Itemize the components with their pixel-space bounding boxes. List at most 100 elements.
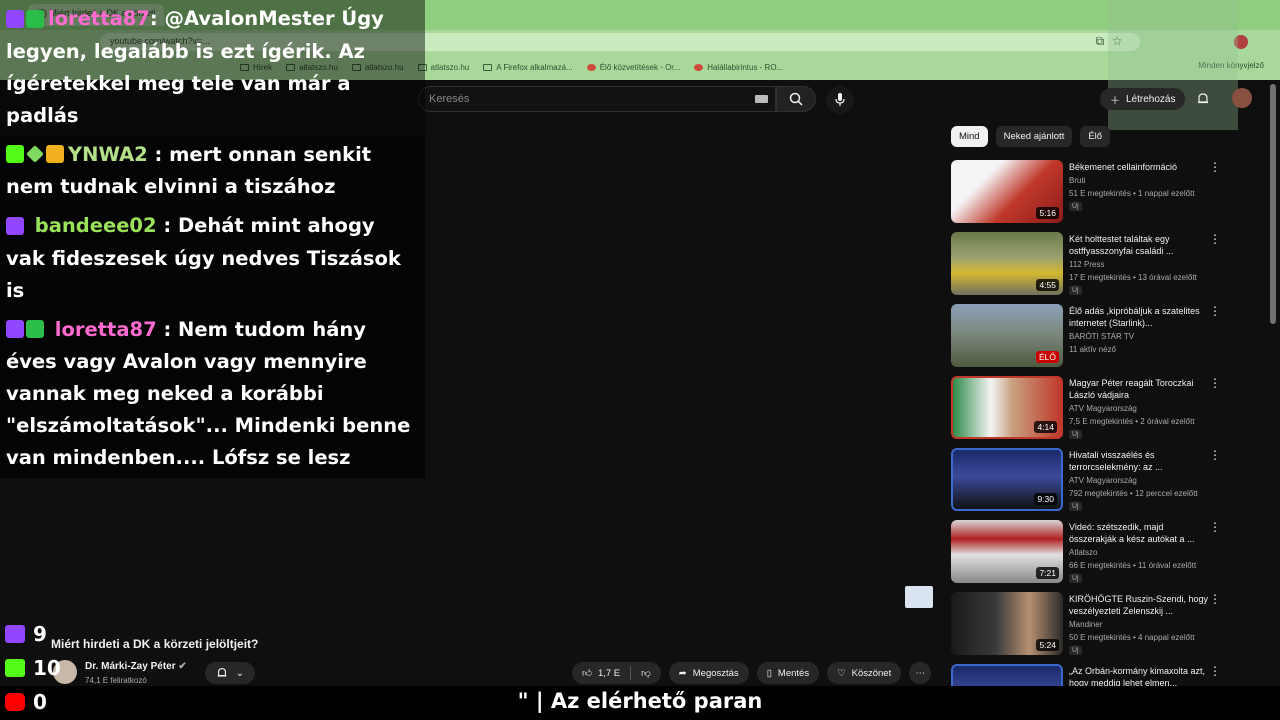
channel-name-main[interactable]: Dr. Márki-Zay Péter ✔	[85, 661, 187, 672]
video-title[interactable]: Magyar Péter reagált Toroczkai László vá…	[1069, 377, 1209, 401]
search-button[interactable]	[776, 86, 816, 112]
more-options-icon[interactable]: ⋮	[1209, 665, 1221, 677]
video-actions: 👍︎ 1,7 E 👎︎ ➦ Megosztás ▯ Mentés ♡ Köszönet …	[572, 662, 932, 684]
video-meta: 66 E megtekintés • 11 órával ezelőtt	[1069, 561, 1197, 570]
video-title[interactable]: Videó: szétszedik, majd összerakják a ké…	[1069, 521, 1209, 545]
thumbs-up-icon: 👍︎	[582, 668, 592, 679]
kick-icon	[6, 145, 24, 163]
live-badge: ÉLŐ	[1035, 351, 1059, 363]
verified-check-icon	[26, 320, 44, 338]
new-badge: Új	[1069, 574, 1082, 583]
video-meta: 51 E megtekintés • 1 nappal ezelőtt	[1069, 189, 1195, 198]
youtube-viewer-counter: 0	[5, 690, 47, 714]
recommendation-item[interactable]: 7:21 Videó: szétszedik, majd összerakják…	[951, 520, 1225, 592]
recommendation-item[interactable]: ÉLŐ Élő adás ,kipróbáljuk a szatelites i…	[951, 304, 1225, 376]
chat-message: YNWA2 : mert onnan senkit nem tudnak elv…	[0, 135, 425, 207]
heart-dollar-icon: ♡	[837, 667, 846, 679]
bookmark-item[interactable]: atlatszo.hu	[417, 63, 469, 72]
more-options-icon[interactable]: ⋮	[1209, 305, 1221, 317]
recommendation-item[interactable]: 5:16 Békemenet cellainformáció Bruti 51 …	[951, 160, 1225, 232]
channel-name[interactable]: ATV Magyarország	[1069, 476, 1137, 485]
thanks-button[interactable]: ♡ Köszönet	[827, 662, 902, 684]
share-button[interactable]: ➦ Megosztás	[668, 662, 749, 684]
mic-icon	[835, 93, 845, 106]
twitch-viewer-counter: 9	[5, 622, 47, 646]
video-thumbnail[interactable]: 4:55	[951, 232, 1063, 295]
video-thumbnail[interactable]: 4:14	[951, 376, 1063, 439]
create-button[interactable]: ＋ Létrehozás	[1100, 88, 1186, 110]
channel-name[interactable]: 112 Press	[1069, 260, 1104, 269]
filter-chips: Mind Neked ajánlott Élő	[951, 126, 1111, 147]
new-badge: Új	[1069, 646, 1082, 655]
video-thumbnail[interactable]: 5:24	[951, 592, 1063, 655]
dislike-button[interactable]: 👎︎	[631, 662, 661, 684]
more-options-icon[interactable]: ⋮	[1209, 377, 1221, 389]
chip-live[interactable]: Élő	[1080, 126, 1111, 147]
channel-name[interactable]: Atlatszo	[1069, 548, 1097, 557]
channel-name[interactable]: Bruti	[1069, 176, 1085, 185]
account-avatar[interactable]	[1232, 88, 1252, 108]
site-icon	[694, 63, 704, 71]
video-title[interactable]: Élő adás ,kipróbáljuk a szatelites inter…	[1069, 305, 1209, 329]
video-meta: 7,5 E megtekintés • 2 órával ezelőtt	[1069, 417, 1195, 426]
crown-icon	[46, 145, 64, 163]
chat-message: loretta87: @AvalonMester Úgy legyen, leg…	[0, 0, 425, 136]
recommendation-item[interactable]: 5:24 KIRÖHÖGTE Ruszin-Szendi, hogy veszé…	[951, 592, 1225, 664]
video-thumbnail[interactable]: 7:21	[951, 520, 1063, 583]
bookmark-icon: ▯	[766, 667, 772, 679]
video-thumbnail[interactable]: 9:30	[951, 448, 1063, 511]
video-title-main: Miért hirdeti a DK a körzeti jelöltjeit?	[51, 637, 259, 651]
new-badge: Új	[1069, 430, 1082, 439]
recommendation-item[interactable]: 4:55 Két holttestet találtak egy ostffya…	[951, 232, 1225, 304]
bookmark-item[interactable]: A Firefox alkalmazá...	[483, 63, 573, 72]
chip-recommended[interactable]: Neked ajánlott	[995, 126, 1073, 147]
save-button[interactable]: ▯ Mentés	[756, 662, 820, 684]
voice-search-button[interactable]	[826, 86, 854, 114]
video-title[interactable]: Két holttestet találtak egy ostffyasszon…	[1069, 233, 1209, 257]
chip-all[interactable]: Mind	[951, 126, 988, 147]
chat-badges	[6, 139, 66, 171]
chat-username: loretta87	[54, 317, 157, 341]
more-options-icon[interactable]: ⋮	[1209, 449, 1221, 461]
streamer-overlay-decor	[1108, 0, 1238, 130]
video-thumbnail[interactable]: 5:16	[951, 160, 1063, 223]
search-icon	[789, 92, 803, 106]
video-title[interactable]: Békemenet cellainformáció	[1069, 161, 1209, 173]
notifications-bell-icon[interactable]	[1196, 92, 1210, 106]
more-options-icon[interactable]: ⋮	[1209, 233, 1221, 245]
recommendation-item[interactable]: 9:30 Hivatali visszaélés és terrorcselek…	[951, 448, 1225, 520]
like-button[interactable]: 👍︎ 1,7 E	[572, 662, 630, 684]
chat-username: YNWA2	[68, 142, 148, 166]
duration-label: 5:16	[1036, 207, 1059, 219]
recommendation-item[interactable]: 4:14 Magyar Péter reagált Toroczkai Lász…	[951, 376, 1225, 448]
subscribe-bell-button[interactable]: ⌄	[205, 662, 255, 684]
more-options-icon[interactable]: ⋮	[1209, 521, 1221, 533]
chat-message: bandeee02 : Dehát mint ahogy vak fidesze…	[0, 207, 425, 311]
channel-name[interactable]: BARÓTI STAR TV	[1069, 332, 1134, 341]
keyboard-icon[interactable]	[755, 95, 768, 103]
video-title[interactable]: Hivatali visszaélés és terrorcselekmény:…	[1069, 449, 1209, 473]
more-options-icon[interactable]: ⋮	[1209, 593, 1221, 605]
channel-name[interactable]: ATV Magyarország	[1069, 404, 1137, 413]
chat-badges	[6, 4, 46, 36]
duration-label: 9:30	[1034, 493, 1057, 505]
new-badge: Új	[1069, 286, 1082, 295]
bookmark-item[interactable]: Élő közvetítések - Or...	[586, 63, 680, 72]
more-actions-button[interactable]: ⋯	[909, 662, 932, 684]
subscriber-count: 74,1 E feliratkozó	[85, 676, 147, 685]
chat-username: loretta87	[48, 7, 150, 30]
more-options-icon[interactable]: ⋮	[1209, 161, 1221, 173]
chevron-down-icon: ⌄	[235, 667, 245, 679]
new-badge: Új	[1069, 202, 1082, 211]
channel-name[interactable]: Mandiner	[1069, 620, 1102, 629]
bookmark-item[interactable]: Halállabirintus - RO...	[694, 63, 783, 72]
video-thumbnail[interactable]: ÉLŐ	[951, 304, 1063, 367]
new-badge: Új	[1069, 502, 1082, 511]
video-meta: 792 megtekintés • 12 perccel ezelőtt	[1069, 489, 1198, 498]
duration-label: 4:55	[1036, 279, 1059, 291]
site-icon	[586, 63, 596, 71]
diamond-icon	[26, 145, 44, 163]
scrollbar[interactable]	[1270, 84, 1276, 324]
video-title[interactable]: KIRÖHÖGTE Ruszin-Szendi, hogy veszélyezt…	[1069, 593, 1209, 617]
search-input[interactable]: Keresés	[418, 86, 776, 112]
